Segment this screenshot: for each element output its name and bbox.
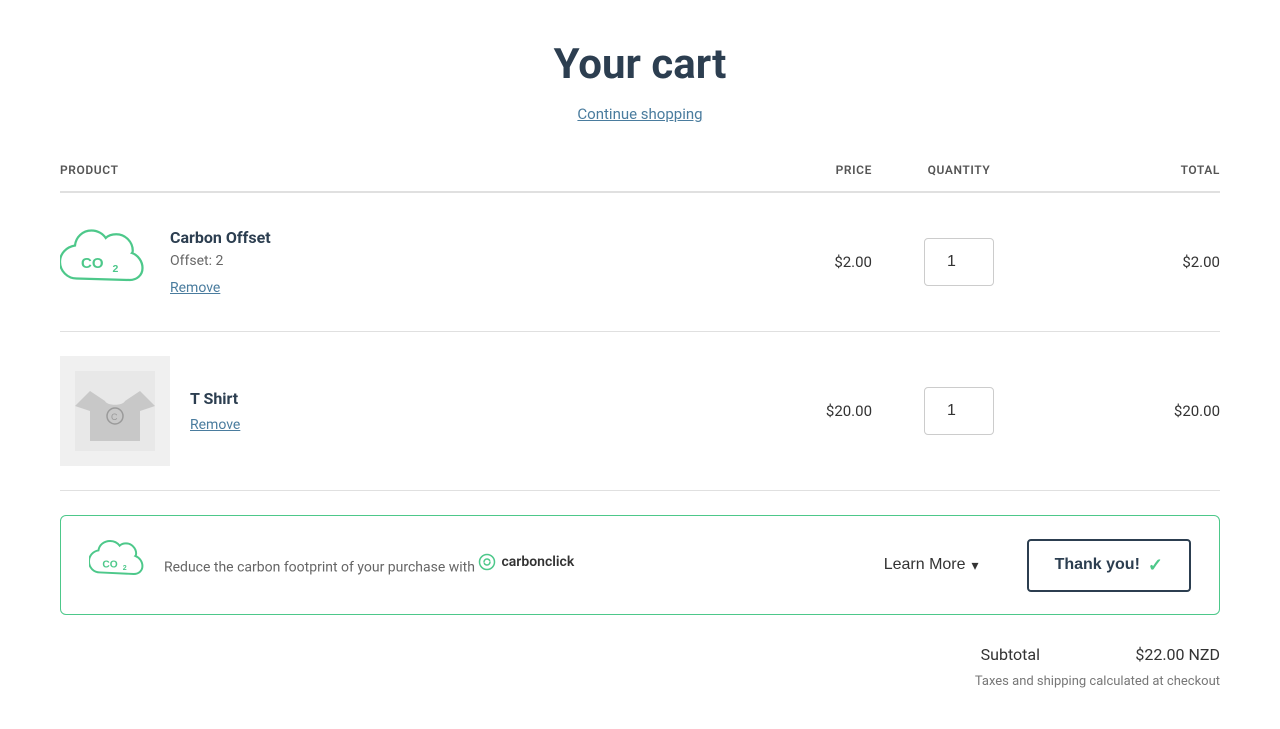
svg-text:CO: CO	[81, 255, 104, 272]
banner-text-before: Reduce the carbon footprint of your purc…	[164, 559, 475, 575]
banner-co2-icon: CO 2	[89, 538, 144, 592]
subtotal-row: Subtotal $22.00 NZD	[60, 645, 1220, 664]
tax-note: Taxes and shipping calculated at checkou…	[60, 674, 1220, 689]
checkmark-icon: ✓	[1148, 555, 1163, 576]
col-header-total: TOTAL	[1046, 163, 1220, 192]
page-container: Your cart Continue shopping PRODUCT PRIC…	[30, 0, 1250, 729]
product-cell-0: CO 2 Carbon Offset Offset: 2 Remove	[60, 192, 698, 332]
cart-table: PRODUCT PRICE QUANTITY TOTAL CO 2 Carbon…	[60, 163, 1220, 491]
svg-text:C: C	[111, 412, 118, 422]
product-detail: Offset: 2	[170, 253, 271, 269]
total-cell: $20.00	[1046, 332, 1220, 491]
table-row: CO 2 Carbon Offset Offset: 2 Remove $2.0…	[60, 192, 1220, 332]
page-title: Your cart	[60, 40, 1220, 89]
subtotal-value: $22.00 NZD	[1100, 645, 1220, 664]
tshirt-image: C	[60, 356, 170, 466]
total-cell: $2.00	[1046, 192, 1220, 332]
co2-cloud-image: CO 2	[60, 217, 150, 307]
continue-shopping-link[interactable]: Continue shopping	[60, 105, 1220, 123]
learn-more-label: Learn More	[884, 556, 966, 574]
product-name: Carbon Offset	[170, 228, 271, 247]
price-cell: $2.00	[698, 192, 872, 332]
quantity-cell	[872, 192, 1046, 332]
product-name: T Shirt	[190, 389, 240, 408]
carbonclick-brand: carbonclick	[478, 552, 574, 573]
svg-text:2: 2	[113, 263, 119, 275]
cart-table-header: PRODUCT PRICE QUANTITY TOTAL	[60, 163, 1220, 192]
learn-more-chevron-icon: ▾	[972, 557, 979, 574]
quantity-cell	[872, 332, 1046, 491]
quantity-input[interactable]	[924, 387, 994, 435]
remove-link[interactable]: Remove	[170, 280, 220, 296]
svg-text:2: 2	[123, 565, 127, 572]
col-header-quantity: QUANTITY	[872, 163, 1046, 192]
subtotal-label: Subtotal	[981, 645, 1040, 664]
table-row: C T Shirt Remove $20.00 $20.00	[60, 332, 1220, 491]
thank-you-label: Thank you!	[1055, 556, 1140, 574]
col-header-product: PRODUCT	[60, 163, 698, 192]
carbonclick-brand-name: carbonclick	[501, 552, 574, 573]
price-cell: $20.00	[698, 332, 872, 491]
thank-you-button[interactable]: Thank you! ✓	[1027, 539, 1191, 592]
svg-text:CO: CO	[102, 560, 117, 571]
carbonclick-banner: CO 2 Reduce the carbon footprint of your…	[60, 515, 1220, 615]
remove-link[interactable]: Remove	[190, 417, 240, 433]
learn-more-button[interactable]: Learn More ▾	[856, 556, 1007, 574]
col-header-price: PRICE	[698, 163, 872, 192]
product-cell-1: C T Shirt Remove	[60, 332, 698, 491]
carbonclick-logo-icon	[478, 553, 496, 571]
quantity-input[interactable]	[924, 238, 994, 286]
banner-text: Reduce the carbon footprint of your purc…	[164, 552, 836, 579]
cart-body: CO 2 Carbon Offset Offset: 2 Remove $2.0…	[60, 192, 1220, 491]
cart-summary: Subtotal $22.00 NZD Taxes and shipping c…	[60, 645, 1220, 689]
